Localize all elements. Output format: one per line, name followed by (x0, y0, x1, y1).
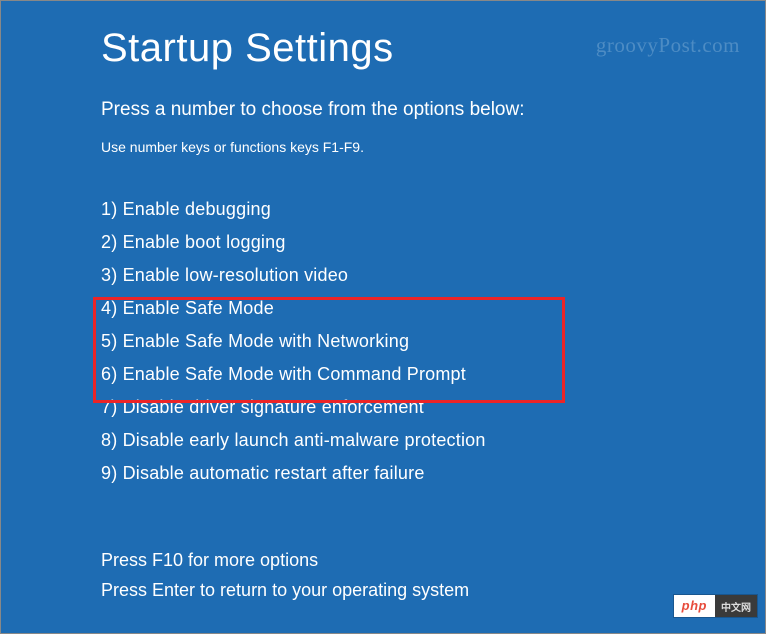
option-9-disable-auto-restart[interactable]: 9) Disable automatic restart after failu… (101, 457, 705, 490)
watermark-php: php 中文网 (674, 595, 757, 617)
option-4-safe-mode[interactable]: 4) Enable Safe Mode (101, 292, 705, 325)
option-1-debugging[interactable]: 1) Enable debugging (101, 193, 705, 226)
instruction-text: Press a number to choose from the option… (101, 99, 705, 121)
option-2-boot-logging[interactable]: 2) Enable boot logging (101, 226, 705, 259)
option-7-disable-driver-sig[interactable]: 7) Disable driver signature enforcement (101, 391, 705, 424)
watermark-php-right: 中文网 (715, 595, 757, 617)
footer-f10-hint: Press F10 for more options (101, 545, 469, 575)
option-5-safe-mode-networking[interactable]: 5) Enable Safe Mode with Networking (101, 325, 705, 358)
watermark-groovypost: groovyPost.com (596, 33, 740, 58)
option-3-low-res-video[interactable]: 3) Enable low-resolution video (101, 259, 705, 292)
content-area: Startup Settings Press a number to choos… (1, 26, 765, 490)
footer-enter-hint: Press Enter to return to your operating … (101, 575, 469, 605)
option-6-safe-mode-cmd[interactable]: 6) Enable Safe Mode with Command Prompt (101, 358, 705, 391)
key-hint-text: Use number keys or functions keys F1-F9. (101, 139, 705, 155)
watermark-php-left: php (674, 595, 715, 617)
options-list: 1) Enable debugging 2) Enable boot loggi… (101, 193, 705, 490)
footer-instructions: Press F10 for more options Press Enter t… (101, 545, 469, 605)
startup-settings-screen: Startup Settings Press a number to choos… (0, 0, 766, 634)
option-8-disable-anti-malware[interactable]: 8) Disable early launch anti-malware pro… (101, 424, 705, 457)
